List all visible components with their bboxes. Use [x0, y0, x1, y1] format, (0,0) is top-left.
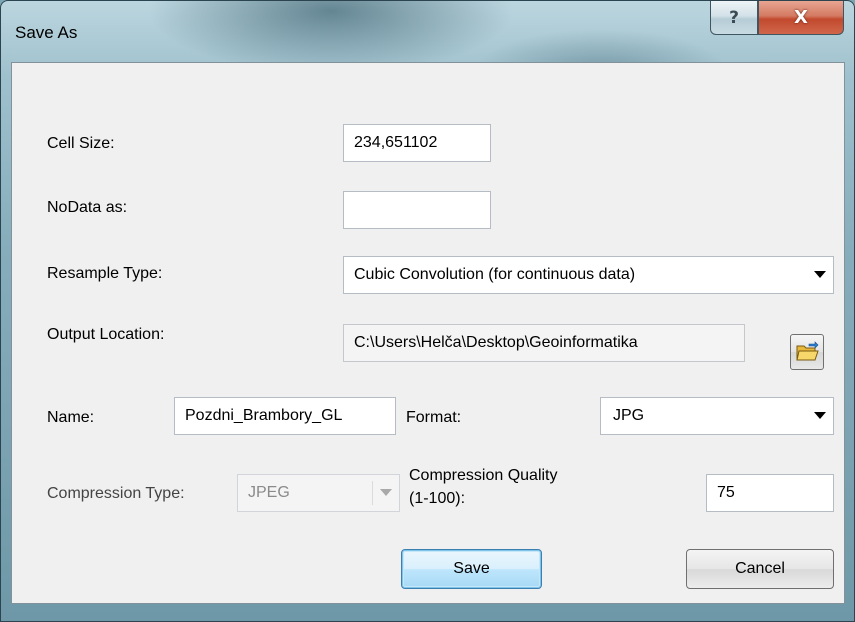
- format-value: JPG: [613, 407, 645, 424]
- output-location-field[interactable]: C:\Users\Helča\Desktop\Geoinformatika: [343, 324, 745, 362]
- compression-type-value: JPEG: [248, 484, 290, 501]
- dialog-body: Cell Size: 234,651102 NoData as: Resampl…: [11, 62, 845, 604]
- name-label: Name:: [47, 409, 95, 426]
- close-icon: X: [794, 7, 808, 28]
- window-title: Save As: [15, 23, 78, 42]
- output-location-label: Output Location:: [47, 326, 165, 343]
- compression-type-label: Compression Type:: [47, 485, 185, 502]
- resample-type-value: Cubic Convolution (for continuous data): [354, 266, 636, 283]
- compression-quality-input[interactable]: 75: [706, 474, 834, 512]
- chevron-down-icon: [814, 412, 826, 419]
- open-folder-icon: [796, 341, 819, 361]
- browse-button[interactable]: [790, 334, 824, 370]
- cancel-button[interactable]: Cancel: [686, 549, 834, 589]
- cell-size-label: Cell Size:: [47, 135, 115, 152]
- resample-type-label: Resample Type:: [47, 265, 163, 282]
- compression-quality-label-line2: (1-100):: [409, 490, 466, 507]
- save-button[interactable]: Save: [401, 549, 542, 589]
- name-input[interactable]: Pozdni_Brambory_GL: [174, 397, 396, 435]
- dropdown-separator: [372, 481, 373, 505]
- cell-size-input[interactable]: 234,651102: [343, 124, 491, 162]
- format-dropdown[interactable]: JPG: [600, 397, 834, 435]
- format-label: Format:: [406, 409, 462, 426]
- nodata-label: NoData as:: [47, 199, 128, 216]
- cancel-button-label: Cancel: [735, 560, 785, 577]
- compression-type-dropdown[interactable]: JPEG: [237, 474, 400, 512]
- chevron-down-icon: [380, 489, 392, 496]
- close-button[interactable]: X: [758, 1, 844, 35]
- chevron-down-icon: [814, 271, 826, 278]
- help-button[interactable]: ?: [710, 1, 758, 35]
- resample-type-dropdown[interactable]: Cubic Convolution (for continuous data): [343, 256, 834, 294]
- nodata-input[interactable]: [343, 191, 491, 229]
- compression-quality-label-line1: Compression Quality: [409, 467, 558, 484]
- help-icon: ?: [729, 7, 739, 28]
- save-button-label: Save: [453, 560, 490, 577]
